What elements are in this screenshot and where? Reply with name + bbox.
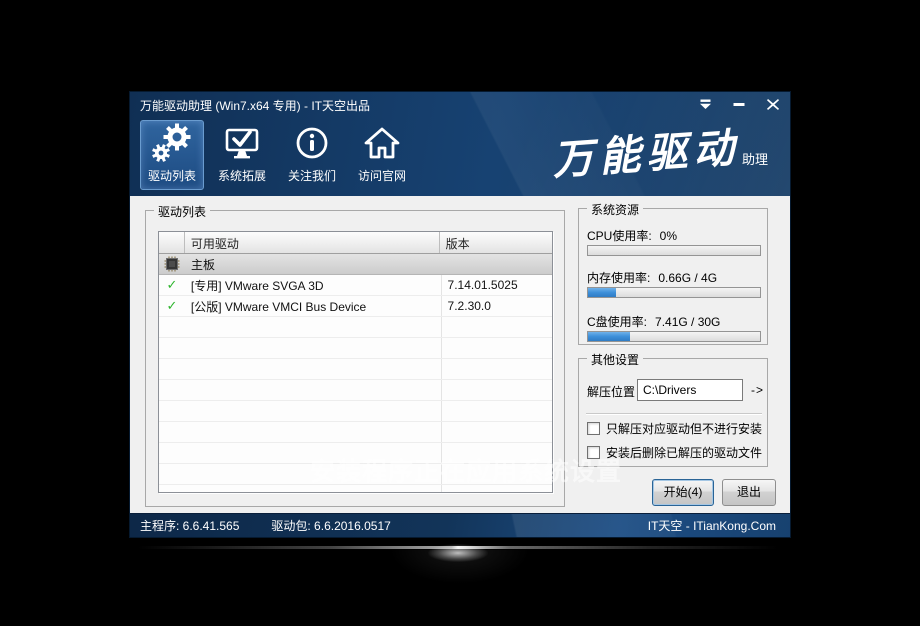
table-row-empty xyxy=(159,380,552,401)
site-link[interactable]: IT天空 - ITianKong.Com xyxy=(648,517,776,534)
main-program-version: 主程序: 6.6.41.565 xyxy=(140,517,239,534)
disk-usage-line: C盘使用率: 7.41G / 30G xyxy=(587,313,720,330)
exit-button[interactable]: 退出 xyxy=(722,479,776,506)
table-row-empty xyxy=(159,359,552,380)
minimize-icon[interactable] xyxy=(732,98,746,110)
window-title: 万能驱动助理 (Win7.x64 专用) - IT天空出品 xyxy=(140,97,370,114)
disk-usage-fill xyxy=(588,332,630,341)
memory-usage-line: 内存使用率: 0.66G / 4G xyxy=(587,269,717,286)
table-row-empty xyxy=(159,401,552,422)
checkbox-delete-after-label: 安装后删除已解压的驱动文件 xyxy=(606,444,762,461)
start-button[interactable]: 开始(4) xyxy=(652,479,714,506)
driver-pack-version: 驱动包: 6.6.2016.0517 xyxy=(271,517,390,534)
table-row-category-motherboard[interactable]: 主板 xyxy=(159,254,552,275)
monitor-check-icon xyxy=(221,121,263,167)
toolbar-item-system-expand[interactable]: 系统拓展 xyxy=(210,120,274,190)
table-row-empty xyxy=(159,422,552,443)
disk-usage-label: C盘使用率: xyxy=(587,315,647,329)
category-label: 主板 xyxy=(185,256,441,273)
cpu-usage-line: CPU使用率: 0% xyxy=(587,227,677,244)
memory-usage-value: 0.66G / 4G xyxy=(658,271,717,285)
driver-name: [公版] VMware VMCI Bus Device xyxy=(185,298,440,315)
memory-usage-bar xyxy=(587,287,761,298)
toolbar-item-label: 访问官网 xyxy=(358,167,406,184)
toolbar-item-visit-site[interactable]: 访问官网 xyxy=(350,120,414,190)
system-resources-group: 系统资源 CPU使用率:0% 内存使用率:0.66G / 4G C盘使用率:7.… xyxy=(578,208,768,345)
toolbar-item-label: 驱动列表 xyxy=(148,167,196,184)
info-circle-icon xyxy=(292,121,332,167)
checkbox-row-extract-only[interactable]: 只解压对应驱动但不进行安装 xyxy=(587,420,762,437)
chip-icon xyxy=(159,256,185,272)
windows-setup-status-text: 安装程序正在应用系统设置 xyxy=(310,452,622,488)
driver-list-group-label: 驱动列表 xyxy=(154,203,210,220)
logo-sub-text: 助理 xyxy=(742,149,768,168)
app-logo: 万能驱动助理 xyxy=(552,120,768,180)
toolbar-item-follow-us[interactable]: 关注我们 xyxy=(280,120,344,190)
settings-divider xyxy=(586,413,762,414)
toolbar-item-label: 关注我们 xyxy=(288,167,336,184)
setup-glow-dim xyxy=(390,550,530,584)
titlebar[interactable]: 万能驱动助理 (Win7.x64 专用) - IT天空出品 xyxy=(130,92,790,117)
home-icon xyxy=(361,121,403,167)
disk-usage-value: 7.41G / 30G xyxy=(655,315,720,329)
check-icon[interactable]: ✓ xyxy=(159,277,185,293)
checkbox-extract-only[interactable] xyxy=(587,422,600,435)
memory-usage-label: 内存使用率: xyxy=(587,271,650,285)
driver-name: [专用] VMware SVGA 3D xyxy=(185,277,440,294)
toolbar-item-label: 系统拓展 xyxy=(218,167,266,184)
check-icon[interactable]: ✓ xyxy=(159,298,185,314)
cpu-usage-bar xyxy=(587,245,761,256)
extract-location-label: 解压位置 xyxy=(587,383,635,400)
cpu-usage-value: 0% xyxy=(660,229,677,243)
gears-icon xyxy=(150,121,194,167)
table-row-empty xyxy=(159,317,552,338)
table-row-driver[interactable]: ✓ [专用] VMware SVGA 3D 7.14.01.5025 xyxy=(159,275,552,296)
other-settings-group: 其他设置 解压位置 -> 只解压对应驱动但不进行安装 安装后删除已解压的驱动文件 xyxy=(578,358,768,467)
desktop-background: 万能驱动助理 (Win7.x64 专用) - IT天空出品 xyxy=(0,0,920,626)
other-settings-label: 其他设置 xyxy=(587,351,643,368)
cpu-usage-label: CPU使用率: xyxy=(587,229,652,243)
table-row-empty xyxy=(159,338,552,359)
statusbar: 主程序: 6.6.41.565 驱动包: 6.6.2016.0517 IT天空 … xyxy=(130,513,790,537)
checkbox-extract-only-label: 只解压对应驱动但不进行安装 xyxy=(606,420,762,437)
titlebar-buttons xyxy=(698,98,780,110)
toolbar-item-driver-list[interactable]: 驱动列表 xyxy=(140,120,204,190)
skin-menu-icon[interactable] xyxy=(698,98,712,110)
driver-version: 7.2.30.0 xyxy=(440,299,552,313)
disk-usage-bar xyxy=(587,331,761,342)
memory-usage-fill xyxy=(588,288,616,297)
column-select[interactable] xyxy=(159,232,185,253)
table-row-driver[interactable]: ✓ [公版] VMware VMCI Bus Device 7.2.30.0 xyxy=(159,296,552,317)
driver-table-header: 可用驱动 版本 xyxy=(159,232,552,254)
browse-arrow-button[interactable]: -> xyxy=(751,383,764,397)
extract-path-input[interactable] xyxy=(637,379,743,401)
window-header: 万能驱动助理 (Win7.x64 专用) - IT天空出品 xyxy=(130,92,790,196)
column-version[interactable]: 版本 xyxy=(440,232,552,253)
driver-version: 7.14.01.5025 xyxy=(440,278,552,292)
column-available-drivers[interactable]: 可用驱动 xyxy=(185,232,440,253)
close-icon[interactable] xyxy=(766,98,780,110)
system-resources-label: 系统资源 xyxy=(587,201,643,218)
logo-main-text: 万能驱动 xyxy=(550,114,742,187)
toolbar: 驱动列表 系统拓展 xyxy=(140,120,414,190)
